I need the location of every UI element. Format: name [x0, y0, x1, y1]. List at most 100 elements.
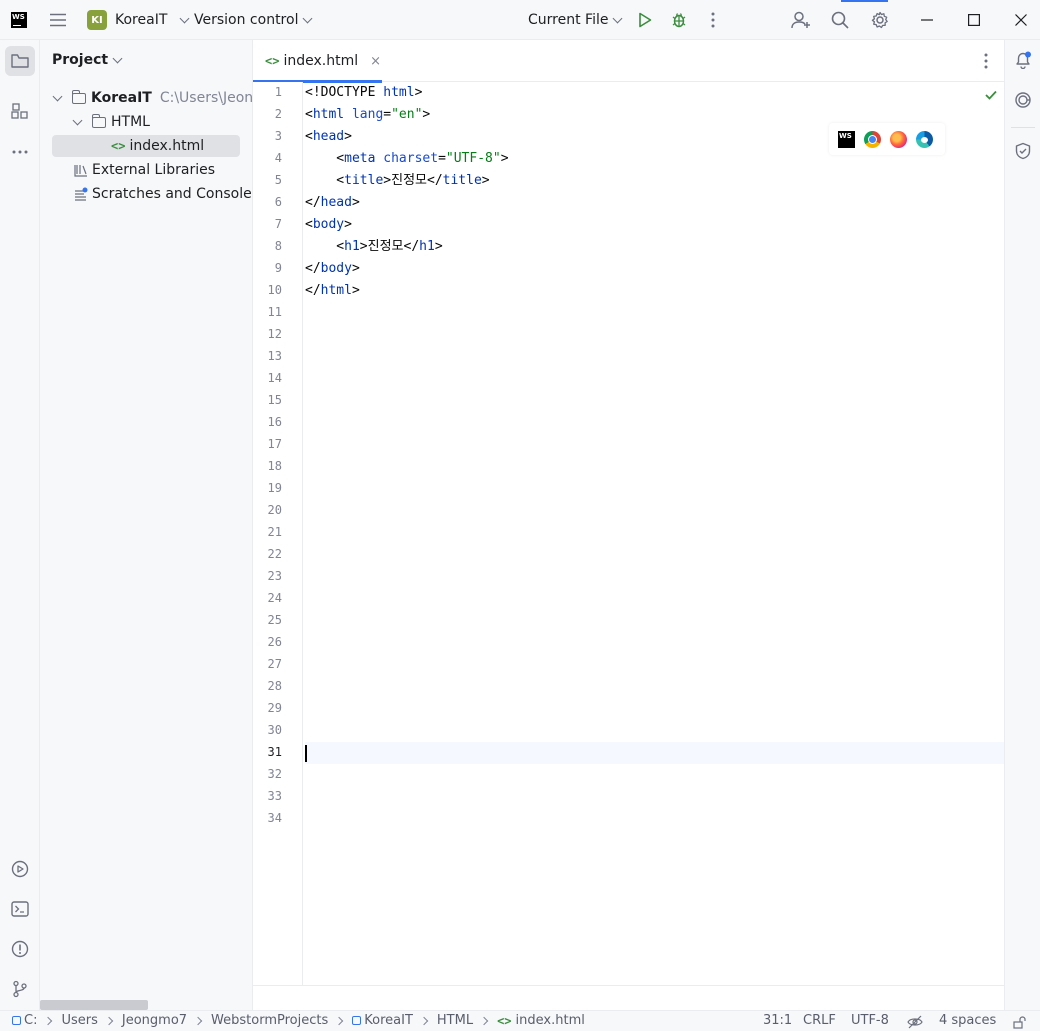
html-file-icon: <>	[265, 54, 280, 68]
library-icon	[74, 165, 87, 177]
project-selector[interactable]: KI KoreaIT	[87, 0, 190, 40]
line-separator[interactable]: CRLF	[803, 1013, 836, 1028]
debug-icon[interactable]	[666, 0, 692, 40]
main-menu-icon[interactable]	[48, 0, 68, 40]
breadcrumb-item[interactable]: C:	[12, 1013, 37, 1028]
webstorm-icon[interactable]: WS	[838, 130, 855, 148]
close-tab-icon[interactable]: ×	[370, 54, 381, 69]
breadcrumb-item[interactable]: <> index.html	[497, 1013, 585, 1028]
module-icon	[12, 1016, 21, 1025]
breadcrumb-item[interactable]: HTML	[437, 1013, 473, 1028]
tree-item-koreait[interactable]: KoreaIT C:\Users\Jeongmo7\WebstormProjec…	[52, 87, 252, 109]
tab-index-html[interactable]: <> index.html ×	[253, 40, 382, 83]
breadcrumb-item[interactable]: Jeongmo7	[122, 1013, 187, 1028]
inspections-off-icon[interactable]	[907, 1015, 923, 1031]
chevron-down-icon	[179, 13, 190, 23]
chevron-down-icon	[303, 13, 313, 23]
line-number: 30	[267, 723, 282, 737]
chevron-right-icon	[104, 1016, 114, 1025]
chevron-right-icon	[193, 1016, 203, 1025]
structure-icon[interactable]	[5, 97, 35, 127]
run-icon[interactable]	[632, 0, 658, 40]
more-actions-icon[interactable]	[700, 0, 726, 40]
html-file-icon: <>	[111, 139, 126, 153]
breadcrumb-item[interactable]: KoreaIT	[352, 1013, 413, 1028]
line-number: 28	[267, 679, 282, 693]
html-file-icon: <>	[497, 1013, 512, 1028]
line-number: 32	[267, 767, 282, 781]
run-configuration-selector[interactable]: Current File	[528, 0, 623, 40]
firefox-icon[interactable]	[890, 130, 907, 148]
status-bar: C: Users Jeongmo7 WebstormProjects KoreaIT HT…	[0, 1010, 1040, 1031]
services-icon[interactable]	[5, 854, 35, 884]
project-panel: Project KoreaIT C:\Users\Jeongmo7\Websto…	[40, 40, 253, 1010]
close-window-icon[interactable]	[1008, 0, 1034, 40]
caret-position[interactable]: 31:1	[763, 1013, 792, 1028]
chevron-right-icon	[44, 1016, 53, 1025]
add-user-icon[interactable]	[788, 0, 814, 40]
terminal-icon[interactable]	[5, 894, 35, 924]
horizontal-scrollbar[interactable]	[40, 1000, 148, 1010]
code-editor[interactable]: <!DOCTYPE html> <html lang="en"> <head> <m…	[305, 82, 1004, 985]
tree-item-index-html[interactable]: <> index.html	[52, 135, 240, 157]
settings-gear-icon[interactable]	[867, 0, 893, 40]
expand-arrow-icon[interactable]	[72, 115, 83, 125]
webstorm-logo-icon[interactable]: WS	[11, 0, 27, 40]
line-number: 21	[267, 525, 282, 539]
tree-item-html-folder[interactable]: HTML	[72, 111, 150, 133]
git-branch-icon[interactable]	[5, 974, 35, 1004]
code-line: <html lang="en">	[305, 107, 431, 122]
code-line: </html>	[305, 283, 360, 298]
tree-item-scratches[interactable]: Scratches and Consoles	[74, 183, 252, 205]
code-line: <meta charset="UTF-8">	[305, 151, 509, 166]
line-number: 7	[274, 217, 282, 231]
version-control-menu[interactable]: Version control	[194, 0, 313, 40]
line-number: 14	[267, 371, 282, 385]
breadcrumb-item[interactable]: Users	[61, 1013, 97, 1028]
line-number: 34	[267, 811, 282, 825]
project-badge: KI	[87, 10, 107, 30]
edge-icon[interactable]	[916, 130, 933, 148]
more-tools-icon[interactable]	[5, 137, 35, 167]
maximize-icon[interactable]	[961, 0, 987, 40]
tree-item-external-libraries[interactable]: External Libraries	[74, 159, 215, 181]
chrome-icon[interactable]	[864, 130, 881, 148]
expand-arrow-icon[interactable]	[52, 91, 63, 101]
file-encoding[interactable]: UTF-8	[851, 1013, 889, 1028]
line-number: 8	[274, 239, 282, 253]
code-line: <!DOCTYPE html>	[305, 85, 423, 100]
problems-icon[interactable]	[5, 934, 35, 964]
line-number: 4	[274, 151, 282, 165]
read-only-toggle-lock-icon[interactable]	[1013, 1016, 1027, 1031]
line-number: 10	[267, 283, 282, 297]
project-panel-title[interactable]: Project	[52, 52, 123, 68]
editor-bottom-bar	[253, 985, 1004, 1010]
line-number: 13	[267, 349, 282, 363]
indent-setting[interactable]: 4 spaces	[939, 1013, 996, 1028]
line-number: 31	[267, 745, 282, 759]
project-tool-icon[interactable]	[5, 46, 35, 76]
right-tool-strip	[1004, 40, 1040, 1010]
breadcrumb-item[interactable]: WebstormProjects	[211, 1013, 328, 1028]
ai-assistant-icon[interactable]	[1014, 91, 1032, 113]
line-number: 15	[267, 393, 282, 407]
minimize-icon[interactable]	[914, 0, 940, 40]
folder-icon	[72, 89, 86, 104]
line-number: 20	[267, 503, 282, 517]
line-number: 33	[267, 789, 282, 803]
chevron-right-icon	[479, 1016, 489, 1025]
search-icon[interactable]	[827, 0, 853, 40]
no-problems-check-icon[interactable]	[985, 89, 997, 104]
tab-options-icon[interactable]	[984, 53, 988, 73]
line-number: 16	[267, 415, 282, 429]
line-number: 25	[267, 613, 282, 627]
project-name: KoreaIT	[115, 12, 168, 28]
line-number: 26	[267, 635, 282, 649]
strip-divider	[1011, 127, 1035, 128]
browser-preview-toolbar: WS	[829, 123, 945, 155]
left-tool-strip	[0, 40, 40, 1010]
notifications-icon[interactable]	[1014, 51, 1032, 73]
code-line: </body>	[305, 261, 360, 276]
security-shield-icon[interactable]	[1014, 142, 1032, 164]
code-line: <head>	[305, 129, 352, 144]
